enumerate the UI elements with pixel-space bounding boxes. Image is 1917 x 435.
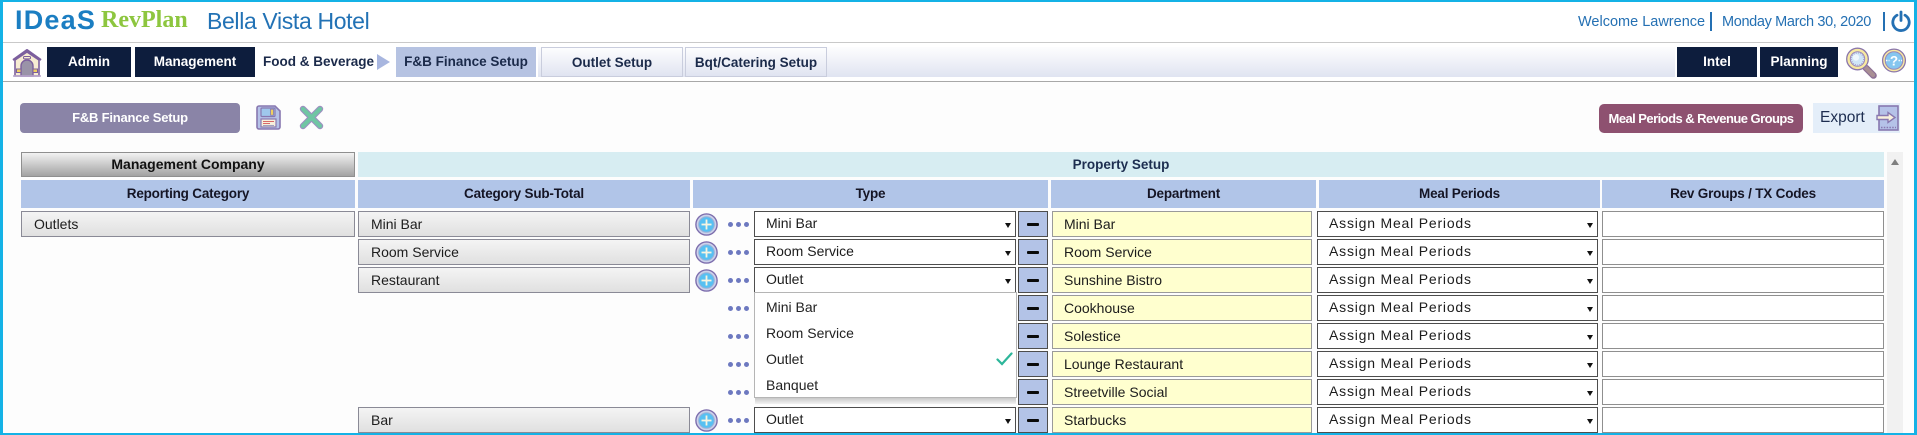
svg-text:?: ? <box>1890 54 1898 69</box>
